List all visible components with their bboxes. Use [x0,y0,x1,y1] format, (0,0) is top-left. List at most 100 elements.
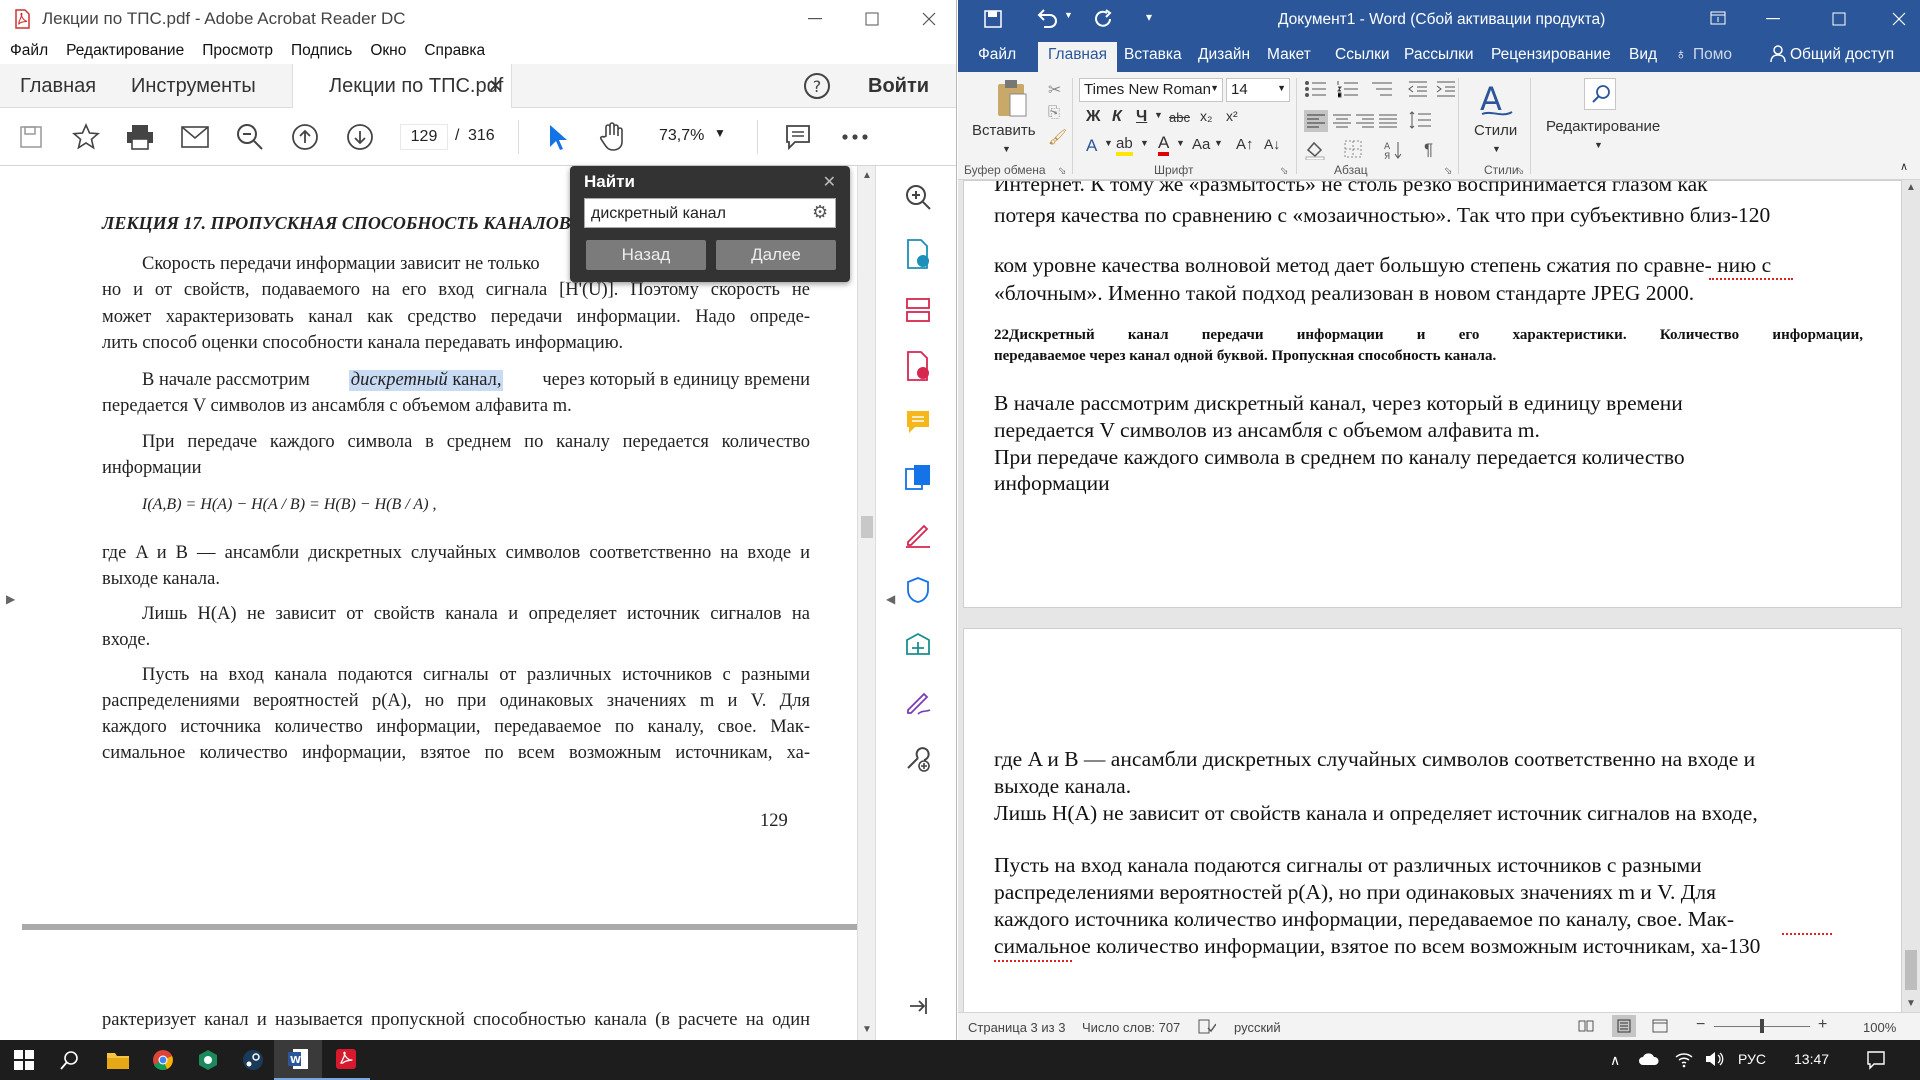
font-color-dropdown-icon[interactable]: ▼ [1176,138,1185,148]
proofing-icon[interactable] [1198,1019,1216,1035]
send-for-review-icon[interactable] [902,630,934,662]
copy-icon[interactable]: ⎘ [1048,104,1060,121]
tab-home[interactable]: Главная [1038,42,1117,72]
close-icon[interactable] [1892,12,1906,26]
clock-time[interactable]: 13:47 [1794,1051,1829,1067]
collapse-ribbon-icon[interactable]: ∧ [1900,160,1908,173]
menu-help[interactable]: Справка [424,42,485,60]
app-hex-icon[interactable] [184,1040,232,1080]
word-scrollbar[interactable]: ▲ ▼ [1902,180,1920,1012]
align-left-icon[interactable] [1307,113,1325,129]
strikethrough-button[interactable]: abc [1169,110,1190,125]
expand-left-panel-icon[interactable]: ▶ [6,592,15,606]
tab-design[interactable]: Дизайн [1198,46,1250,64]
read-mode-icon[interactable] [1578,1019,1594,1033]
align-right-icon[interactable] [1356,113,1374,129]
underline-dropdown-icon[interactable]: ▼ [1154,110,1163,120]
multilevel-list-icon[interactable] [1370,80,1392,98]
tab-references[interactable]: Ссылки [1335,46,1390,64]
minimize-icon[interactable] [1766,18,1780,20]
show-formatting-icon[interactable]: ¶ [1424,140,1433,160]
start-windows-icon[interactable] [0,1040,48,1080]
comment-icon[interactable] [783,122,813,152]
organize-pages-icon[interactable] [902,294,934,326]
tab-mailings[interactable]: Рассылки [1404,46,1474,64]
change-case-icon[interactable]: Aa [1192,136,1210,153]
print-layout-icon[interactable] [1616,1019,1632,1033]
acrobat-taskbar-icon[interactable] [322,1040,370,1080]
styles-launcher-icon[interactable]: ⬂ [1516,166,1524,177]
tab-layout[interactable]: Макет [1267,46,1311,64]
collapse-right-pane-icon[interactable]: ◀ [886,592,895,606]
menu-sign[interactable]: Подпись [291,42,352,60]
bold-button[interactable]: Ж [1086,108,1100,126]
scroll-thumb[interactable] [861,516,873,538]
tab-close-icon[interactable]: ✕ [488,64,503,108]
lightbulb-icon[interactable]: ♁ [1675,46,1687,64]
paste-dropdown-icon[interactable]: ▼ [1002,144,1011,154]
more-tools-icon[interactable] [902,742,934,774]
status-word-count[interactable]: Число слов: 707 [1082,1020,1180,1035]
undo-dropdown-icon[interactable]: ▼ [1064,10,1073,20]
menu-file[interactable]: Файл [10,42,48,60]
undo-icon[interactable] [1036,9,1058,29]
scroll-down-icon[interactable]: ▼ [1906,998,1916,1009]
wifi-icon[interactable] [1674,1050,1694,1068]
notifications-icon[interactable] [1866,1050,1886,1070]
zoom-value[interactable]: 73,7% [659,127,704,145]
zoom-slider-thumb[interactable] [1760,1019,1764,1033]
more-icon[interactable] [840,122,870,152]
tab-document[interactable]: Лекции по ТПС.pdf ✕ [292,64,512,109]
protect-icon[interactable] [902,574,934,606]
tab-home[interactable]: Главная [20,64,96,108]
grow-font-icon[interactable]: A↑ [1236,136,1254,153]
collapse-pane-arrow-icon[interactable] [902,990,934,1022]
mail-icon[interactable] [180,122,210,152]
borders-icon[interactable] [1344,140,1362,158]
underline-button[interactable]: Ч [1136,108,1147,126]
tray-overflow-icon[interactable]: ∧ [1610,1052,1620,1069]
maximize-icon[interactable] [843,0,900,38]
menu-edit[interactable]: Редактирование [66,42,184,60]
find-icon[interactable] [1591,84,1611,104]
font-name-select[interactable]: Times New Roman ▼ [1079,78,1223,102]
sign-icon[interactable] [902,686,934,718]
save-icon[interactable] [16,122,46,152]
scroll-up-icon[interactable]: ▲ [1906,182,1916,193]
line-spacing-icon[interactable] [1409,111,1431,129]
justify-icon[interactable] [1379,113,1397,129]
zoom-out-icon[interactable]: − [1696,1016,1705,1034]
shading-icon[interactable] [1304,140,1326,160]
text-effects-dropdown-icon[interactable]: ▼ [1104,138,1113,148]
chrome-icon[interactable] [139,1040,187,1080]
hand-icon[interactable] [597,122,627,152]
file-explorer-icon[interactable] [94,1040,142,1080]
tab-review[interactable]: Рецензирование [1491,46,1611,64]
menu-view[interactable]: Просмотр [202,42,273,60]
editing-button[interactable]: Редактирование [1546,118,1660,135]
combine-files-icon[interactable] [902,462,934,494]
status-page-count[interactable]: Страница 3 из 3 [968,1020,1065,1035]
tab-view[interactable]: Вид [1629,46,1657,64]
font-color-icon[interactable]: A [1158,134,1170,156]
steam-icon[interactable] [229,1040,277,1080]
search-icon[interactable] [46,1040,94,1080]
sort-icon[interactable]: АЯ [1384,140,1404,160]
save-icon[interactable] [984,10,1002,28]
tab-file[interactable]: Файл [978,46,1016,64]
tell-me-search[interactable]: Помо [1693,46,1732,64]
comment-tool-icon[interactable] [902,406,934,438]
font-name-dropdown-icon[interactable]: ▼ [1210,83,1219,93]
numbering-icon[interactable] [1336,80,1358,98]
web-layout-icon[interactable] [1652,1019,1668,1033]
font-launcher-icon[interactable]: ⬂ [1280,166,1288,177]
star-icon[interactable] [71,122,101,152]
editing-dropdown-icon[interactable]: ▼ [1594,140,1603,150]
select-cursor-icon[interactable] [543,122,573,152]
create-pdf-icon[interactable] [902,350,934,382]
paragraph-launcher-icon[interactable]: ⬂ [1444,166,1452,177]
volume-icon[interactable] [1704,1050,1724,1068]
zoom-search-icon[interactable] [235,122,265,152]
onedrive-icon[interactable] [1638,1051,1660,1067]
superscript-icon[interactable]: x² [1226,108,1238,124]
